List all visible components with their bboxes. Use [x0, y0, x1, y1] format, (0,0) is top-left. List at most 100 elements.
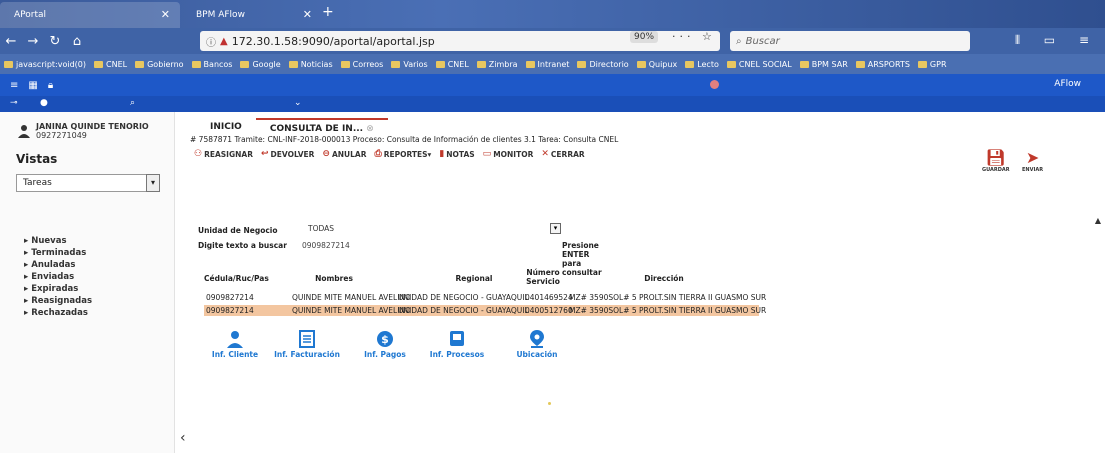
- action-toolbar: ⚇ REASIGNAR ↩ DEVOLVER ⊖ ANULAR ⎙ REPORTES▾ …: [194, 149, 593, 159]
- document-icon: [272, 330, 342, 350]
- return-icon: ↩: [261, 149, 269, 159]
- print-icon: ⎙: [374, 149, 382, 159]
- library-icon[interactable]: ⫴ ▭ ≡: [1015, 33, 1099, 48]
- browser-tab-bar: APortal ✕ BPM AFlow ✕ +: [0, 0, 1105, 28]
- search-icon[interactable]: ⌕: [130, 98, 135, 108]
- column-header: Nombres: [315, 274, 353, 283]
- process-breadcrumb: # 7587871 Tramite: CNL-INF-2018-000013 P…: [190, 135, 619, 144]
- bookmark-item[interactable]: Gobierno: [135, 60, 184, 69]
- dot-icon[interactable]: ●: [40, 98, 48, 108]
- user-id: 0927271049: [36, 131, 87, 140]
- bookmark-item[interactable]: Correos: [340, 60, 383, 69]
- reasignar-button[interactable]: ⚇ REASIGNAR: [194, 149, 253, 159]
- bookmark-item[interactable]: Quipux: [636, 60, 677, 69]
- browser-tab-label: APortal: [14, 10, 47, 20]
- search-input[interactable]: ⌕ Buscar: [730, 31, 970, 51]
- vistas-title: Vistas: [16, 152, 58, 166]
- note-icon: ▮: [439, 149, 445, 159]
- browser-tab-aportal[interactable]: APortal ✕: [0, 2, 180, 28]
- bookmark-item[interactable]: javascript:void(0): [4, 60, 86, 69]
- cerrar-button[interactable]: ✕ CERRAR: [541, 149, 584, 159]
- tareas-value: Tareas: [23, 178, 52, 188]
- new-tab-icon[interactable]: +: [322, 4, 334, 20]
- sidebar-item-terminadas[interactable]: ▸ Terminadas: [24, 248, 92, 260]
- key-icon[interactable]: ⊸: [10, 98, 18, 108]
- scroll-up-icon[interactable]: ▲: [1095, 216, 1101, 225]
- table-row[interactable]: 0909827214 QUINDE MITE MANUEL AVELINO UN…: [204, 292, 766, 303]
- save-icon: 💾︎: [985, 148, 1006, 167]
- inf-cliente-button[interactable]: Inf. Cliente: [200, 330, 270, 359]
- bookmarks-bar: javascript:void(0) CNEL Gobierno Bancos …: [0, 54, 1105, 74]
- inf-procesos-button[interactable]: Inf. Procesos: [422, 330, 492, 359]
- ubicacion-button[interactable]: Ubicación: [502, 330, 572, 359]
- cancel-icon: ⊖: [322, 149, 330, 159]
- sidebar-item-nuevas[interactable]: ▸ Nuevas: [24, 236, 92, 248]
- forward-icon[interactable]: →: [22, 34, 44, 49]
- sidebar-item-anuladas[interactable]: ▸ Anuladas: [24, 260, 92, 272]
- user-icon: [200, 330, 270, 350]
- column-header: Cédula/Ruc/Pas: [204, 274, 269, 283]
- zoom-level[interactable]: 90%: [630, 31, 659, 43]
- back-icon[interactable]: ←: [0, 34, 22, 49]
- tab-label: CONSULTA DE IN...: [269, 124, 364, 134]
- bookmark-item[interactable]: Varios: [391, 60, 428, 69]
- reportes-button[interactable]: ⎙ REPORTES▾: [374, 149, 431, 159]
- bookmark-item[interactable]: Zimbra: [476, 60, 518, 69]
- process-icon: [422, 330, 492, 350]
- home-icon[interactable]: ⌂: [66, 34, 88, 49]
- bookmark-item[interactable]: Google: [240, 60, 281, 69]
- send-icon: ➤: [1025, 148, 1040, 167]
- menu-icon[interactable]: ≡: [10, 80, 18, 91]
- bookmark-item[interactable]: CNEL: [435, 60, 469, 69]
- inf-pagos-button[interactable]: $ Inf. Pagos: [350, 330, 420, 359]
- chevron-down-icon[interactable]: ▾: [550, 223, 561, 234]
- close-icon[interactable]: ⊗: [366, 124, 374, 134]
- browser-nav-bar: ← → ↻ ⌂ ⓘ ▲ 172.30.1.58:9090/aportal/apo…: [0, 28, 1105, 54]
- search-placeholder: Buscar: [745, 35, 780, 47]
- info-icon[interactable]: ⓘ: [206, 34, 216, 49]
- sidebar-item-reasignadas[interactable]: ▸ Reasignadas: [24, 296, 92, 308]
- table-row-selected[interactable]: 0909827214 QUINDE MITE MANUEL AVELINO UN…: [204, 305, 766, 316]
- sidebar: JANINA QUINDE TENORIO 0927271049 Vistas …: [0, 112, 175, 453]
- monitor-button[interactable]: ▭ MONITOR: [483, 149, 534, 159]
- sidebar-item-enviadas[interactable]: ▸ Enviadas: [24, 272, 92, 284]
- anular-button[interactable]: ⊖ ANULAR: [322, 149, 366, 159]
- sidebar-item-rechazadas[interactable]: ▸ Rechazadas: [24, 308, 92, 320]
- chevron-down-icon[interactable]: ▾: [146, 174, 160, 192]
- close-icon[interactable]: ✕: [303, 8, 312, 21]
- bookmark-item[interactable]: CNEL: [94, 60, 127, 69]
- inf-facturacion-button[interactable]: Inf. Facturación: [272, 330, 342, 359]
- column-header: Número Servicio: [526, 268, 560, 286]
- chevron-down-icon[interactable]: ⌄: [294, 98, 302, 108]
- bookmark-item[interactable]: Lecto: [685, 60, 719, 69]
- lock-icon[interactable]: 🔒︎: [48, 80, 53, 91]
- bookmark-item[interactable]: Directorio: [577, 60, 629, 69]
- sidebar-item-expiradas[interactable]: ▸ Expiradas: [24, 284, 92, 296]
- save-button[interactable]: 💾︎ GUARDAR: [982, 148, 1010, 173]
- enter-hint: Presione ENTER para consultar: [562, 241, 602, 277]
- bookmark-item[interactable]: Intranet: [525, 60, 569, 69]
- bookmark-item[interactable]: ARSPORTS: [855, 60, 910, 69]
- bookmark-item[interactable]: GPR: [917, 60, 947, 69]
- reload-icon[interactable]: ↻: [44, 34, 66, 49]
- url-text: 172.30.1.58:9090/aportal/aportal.jsp: [231, 34, 435, 48]
- notas-button[interactable]: ▮ NOTAS: [439, 149, 474, 159]
- close-icon: ✕: [541, 149, 549, 159]
- dollar-icon: $: [350, 330, 420, 350]
- search-input[interactable]: 0909827214: [302, 241, 350, 250]
- bookmark-item[interactable]: Noticias: [288, 60, 333, 69]
- close-icon[interactable]: ✕: [161, 8, 170, 21]
- user-name: JANINA QUINDE TENORIO: [36, 122, 149, 131]
- monitor-icon: ▭: [482, 149, 492, 159]
- bookmark-item[interactable]: CNEL SOCIAL: [726, 60, 792, 69]
- unidad-select[interactable]: TODAS: [302, 224, 542, 236]
- bookmark-item[interactable]: Bancos: [191, 60, 232, 69]
- page-actions-icon[interactable]: ··· ☆: [672, 30, 716, 43]
- browser-tab-aflow[interactable]: BPM AFlow ✕: [182, 2, 322, 28]
- send-button[interactable]: ➤ ENVIAR: [1022, 148, 1043, 173]
- notification-icon[interactable]: [710, 80, 719, 89]
- devolver-button[interactable]: ↩ DEVOLVER: [261, 149, 314, 159]
- grid-icon[interactable]: ▦: [28, 80, 37, 91]
- tareas-select[interactable]: Tareas ▾: [16, 174, 160, 192]
- bookmark-item[interactable]: BPM SAR: [799, 60, 848, 69]
